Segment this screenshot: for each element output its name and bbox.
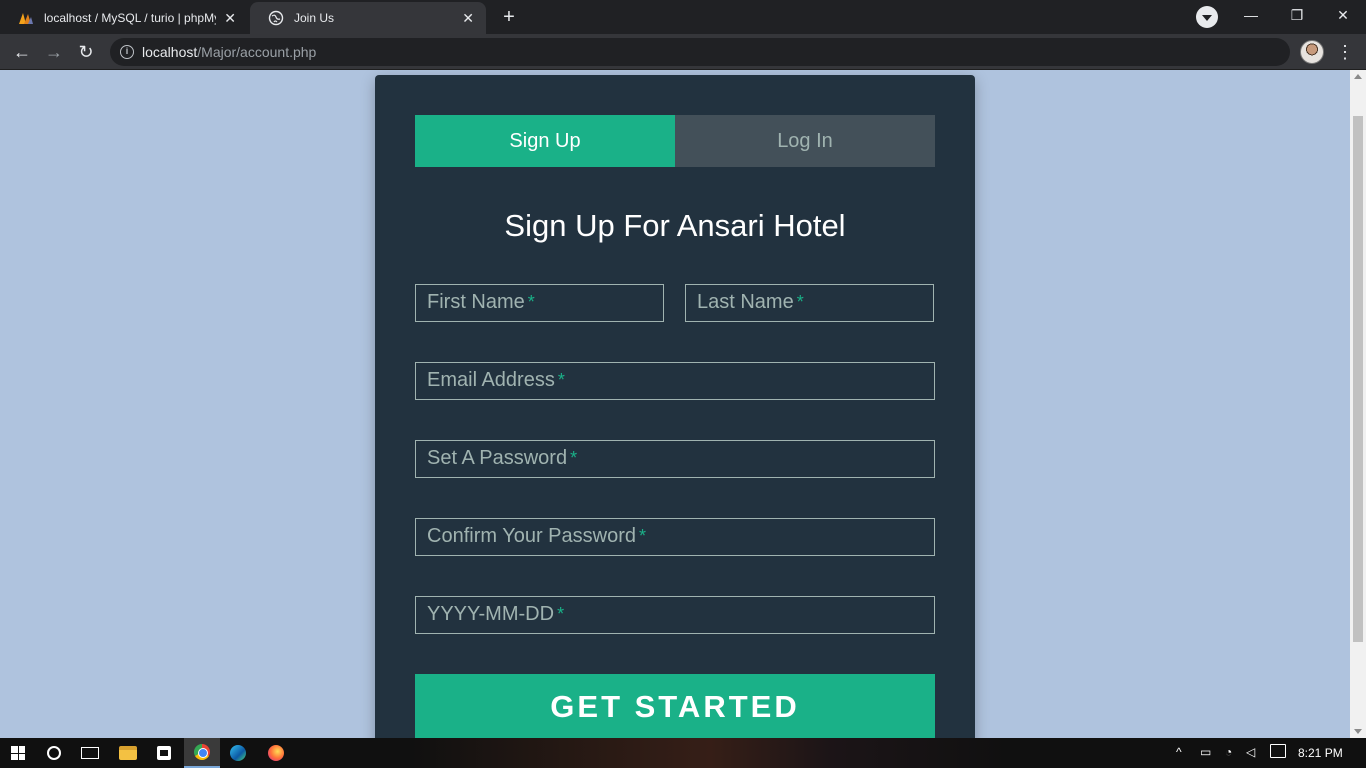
email-field[interactable]: Email Address * bbox=[415, 362, 935, 400]
wifi-icon[interactable]: ◔ bbox=[1225, 745, 1232, 759]
form-heading: Sign Up For Ansari Hotel bbox=[504, 208, 846, 243]
tab-search-icon[interactable] bbox=[1196, 6, 1218, 28]
url-text[interactable]: localhost/Major/account.php bbox=[142, 44, 316, 60]
date-of-birth-field[interactable]: YYYY-MM-DD * bbox=[415, 596, 935, 634]
volume-icon[interactable]: ◁ bbox=[1246, 745, 1255, 759]
email-placeholder: Email Address * bbox=[427, 369, 565, 391]
last-name-field[interactable]: Last Name * bbox=[685, 284, 934, 322]
date-placeholder: YYYY-MM-DD * bbox=[427, 603, 565, 625]
browser-tab-strip: localhost / MySQL / turio | phpMyAdmin ✕… bbox=[0, 0, 1366, 34]
phpmyadmin-icon bbox=[19, 13, 33, 24]
edge-icon[interactable] bbox=[220, 738, 256, 768]
wallpaper-strip bbox=[410, 738, 1010, 768]
windows-taskbar: ^ ▭ ◔ ◁ 8:21 PM bbox=[0, 738, 1366, 768]
forward-icon[interactable]: → bbox=[42, 40, 66, 64]
first-name-field[interactable]: First Name * bbox=[415, 284, 664, 322]
battery-icon[interactable]: ▭ bbox=[1200, 745, 1211, 759]
new-tab-button[interactable]: + bbox=[497, 5, 521, 29]
store-icon[interactable] bbox=[146, 738, 182, 768]
page-viewport: Sign Up Log In Sign Up For Ansari Hotel … bbox=[0, 70, 1366, 738]
profile-avatar[interactable] bbox=[1300, 40, 1324, 64]
chrome-icon[interactable] bbox=[184, 738, 220, 768]
close-tab-icon[interactable]: ✕ bbox=[224, 10, 236, 27]
windows-start-icon[interactable] bbox=[0, 738, 36, 768]
tray-chevron-icon[interactable]: ^ bbox=[1176, 745, 1182, 759]
last-name-placeholder: Last Name * bbox=[697, 291, 804, 313]
signup-card: Sign Up Log In Sign Up For Ansari Hotel … bbox=[375, 75, 975, 738]
address-bar[interactable]: i localhost/Major/account.php ☆ bbox=[110, 38, 1290, 66]
minimize-button[interactable]: — bbox=[1228, 0, 1274, 32]
scroll-down-arrow-icon[interactable] bbox=[1354, 729, 1362, 734]
firefox-icon[interactable] bbox=[258, 738, 294, 768]
confirm-password-field[interactable]: Confirm Your Password * bbox=[415, 518, 935, 556]
tab-title: Join Us bbox=[294, 11, 335, 25]
restore-button[interactable]: ❐ bbox=[1274, 0, 1320, 32]
tab-log-in[interactable]: Log In bbox=[675, 115, 935, 167]
notification-icon[interactable] bbox=[1270, 744, 1286, 758]
task-view-icon[interactable] bbox=[72, 738, 108, 768]
file-explorer-icon[interactable] bbox=[110, 738, 146, 768]
browser-menu-icon[interactable]: ⋮ bbox=[1336, 40, 1354, 64]
back-icon[interactable]: ← bbox=[10, 40, 34, 64]
tab-phpmyadmin[interactable]: localhost / MySQL / turio | phpMyAdmin ✕ bbox=[0, 2, 248, 34]
first-name-placeholder: First Name * bbox=[427, 291, 535, 313]
cortana-icon[interactable] bbox=[36, 738, 72, 768]
confirm-password-placeholder: Confirm Your Password * bbox=[427, 525, 646, 547]
scroll-up-arrow-icon[interactable] bbox=[1354, 74, 1362, 79]
get-started-button[interactable]: GET STARTED bbox=[415, 674, 935, 738]
page-scrollbar[interactable] bbox=[1350, 70, 1366, 738]
globe-icon bbox=[268, 10, 284, 26]
close-tab-icon[interactable]: ✕ bbox=[462, 10, 474, 27]
tab-title: localhost / MySQL / turio | phpMyAdmin bbox=[44, 11, 216, 25]
tab-join-us[interactable]: Join Us ✕ bbox=[250, 2, 486, 34]
form-tab-group: Sign Up Log In bbox=[415, 115, 935, 167]
site-info-icon[interactable]: i bbox=[120, 45, 134, 59]
scrollbar-thumb[interactable] bbox=[1353, 116, 1363, 642]
password-placeholder: Set A Password * bbox=[427, 447, 578, 469]
browser-toolbar: ← → ↻ i localhost/Major/account.php ☆ bbox=[0, 34, 1366, 70]
password-field[interactable]: Set A Password * bbox=[415, 440, 935, 478]
reload-icon[interactable]: ↻ bbox=[74, 40, 98, 64]
tab-sign-up[interactable]: Sign Up bbox=[415, 115, 675, 167]
close-window-button[interactable]: ✕ bbox=[1320, 0, 1366, 32]
taskbar-clock[interactable]: 8:21 PM bbox=[1298, 746, 1343, 760]
